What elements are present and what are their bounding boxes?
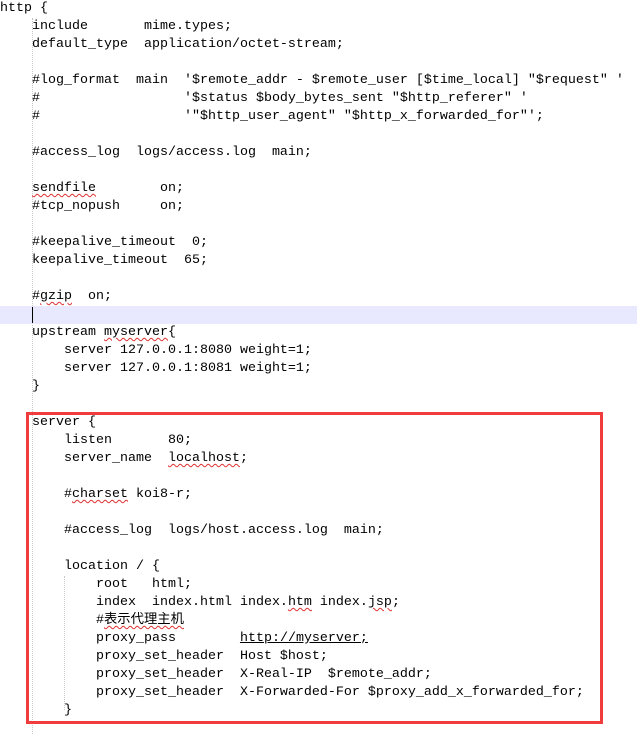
code-line[interactable]: sendfile on; <box>0 180 637 198</box>
code-line[interactable]: server 127.0.0.1:8080 weight=1; <box>0 342 637 360</box>
code-line[interactable]: # '"$http_user_agent" "$http_x_forwarded… <box>0 108 637 126</box>
code-text: # '"$http_user_agent" "$http_x_forwarded… <box>0 109 544 124</box>
code-text: http { <box>0 1 48 16</box>
code-line[interactable]: #gzip on; <box>0 288 637 306</box>
code-text: upstream <box>0 325 104 340</box>
server-block-highlight <box>26 412 603 724</box>
code-line[interactable]: #tcp_nopush on; <box>0 198 637 216</box>
code-editor[interactable]: http { include mime.types; default_type … <box>0 0 637 734</box>
code-line[interactable] <box>0 162 637 180</box>
code-line[interactable] <box>0 270 637 288</box>
code-text: default_type application/octet-stream; <box>0 37 344 52</box>
misspelled-word: sendfile <box>32 181 96 196</box>
text-cursor <box>32 307 33 323</box>
code-line[interactable]: http { <box>0 0 637 18</box>
code-text: server 127.0.0.1:8081 weight=1; <box>0 361 312 376</box>
code-text: #keepalive_timeout 0; <box>0 235 208 250</box>
code-text: # '$status $body_bytes_sent "$http_refer… <box>0 91 528 106</box>
code-text: #access_log logs/access.log main; <box>0 145 312 160</box>
code-line[interactable] <box>0 126 637 144</box>
misspelled-word: myserver <box>103 325 168 340</box>
code-text: #tcp_nopush on; <box>0 199 184 214</box>
code-text: # <box>0 289 40 304</box>
code-line[interactable]: #access_log logs/access.log main; <box>0 144 637 162</box>
code-text: keepalive_timeout 65; <box>0 253 208 268</box>
code-text: #log_format main '$remote_addr - $remote… <box>0 73 624 88</box>
code-text: } <box>0 379 40 394</box>
code-text: include mime.types; <box>0 19 232 34</box>
code-line[interactable]: #log_format main '$remote_addr - $remote… <box>0 72 637 90</box>
code-text: on; <box>96 181 184 196</box>
code-line[interactable]: default_type application/octet-stream; <box>0 36 637 54</box>
code-line[interactable] <box>0 216 637 234</box>
code-line[interactable]: upstream myserver{ <box>0 324 637 342</box>
code-line[interactable]: } <box>0 378 637 396</box>
code-text: server 127.0.0.1:8080 weight=1; <box>0 343 312 358</box>
code-line[interactable] <box>0 306 637 324</box>
misspelled-word: gzip <box>40 289 72 304</box>
code-line[interactable]: keepalive_timeout 65; <box>0 252 637 270</box>
code-line[interactable] <box>0 54 637 72</box>
code-line[interactable]: server 127.0.0.1:8081 weight=1; <box>0 360 637 378</box>
code-text: { <box>167 325 176 340</box>
code-text: on; <box>72 289 112 304</box>
code-line[interactable]: include mime.types; <box>0 18 637 36</box>
code-line[interactable]: #keepalive_timeout 0; <box>0 234 637 252</box>
code-line[interactable]: # '$status $body_bytes_sent "$http_refer… <box>0 90 637 108</box>
